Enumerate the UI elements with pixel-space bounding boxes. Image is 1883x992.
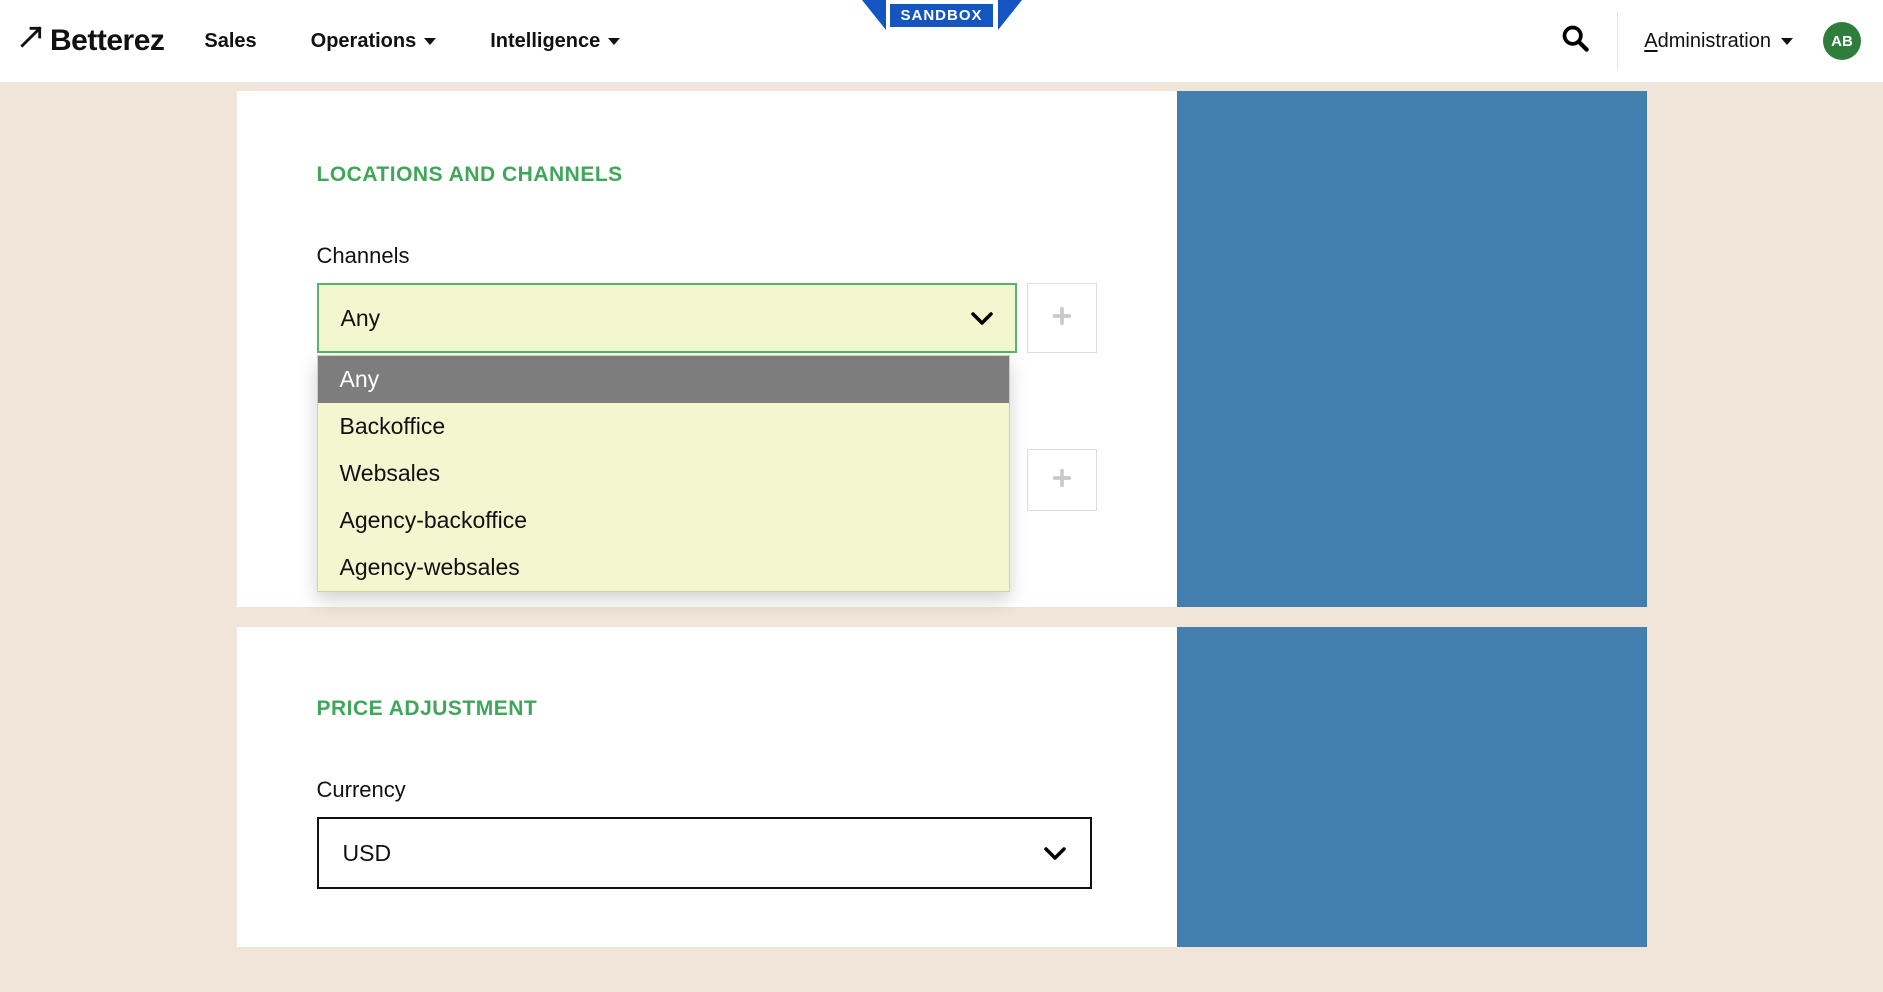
section-title-price: PRICE ADJUSTMENT: [317, 697, 1097, 721]
section-title-locations: LOCATIONS AND CHANNELS: [317, 163, 1097, 187]
chevron-down-icon: [608, 38, 620, 45]
search-button[interactable]: [1533, 24, 1617, 59]
search-icon: [1561, 27, 1589, 58]
channels-label: Channels: [317, 243, 1097, 269]
currency-select[interactable]: USD: [317, 817, 1092, 889]
nav-administration[interactable]: Administration: [1618, 30, 1819, 53]
card-side-panel: [1177, 91, 1647, 607]
nav-intelligence-label: Intelligence: [490, 30, 600, 53]
channels-option-agency-websales[interactable]: Agency-websales: [318, 544, 1009, 591]
channels-field: Channels Any Any: [317, 243, 1097, 353]
nav-operations[interactable]: Operations: [311, 30, 437, 53]
nav-sales[interactable]: Sales: [204, 30, 256, 53]
nav-sales-label: Sales: [204, 30, 256, 53]
plus-icon: [1051, 467, 1073, 494]
currency-label: Currency: [317, 777, 1097, 803]
price-adjustment-card: PRICE ADJUSTMENT Currency USD: [237, 627, 1647, 947]
brand-name: Betterez: [50, 24, 164, 58]
card-side-panel: [1177, 627, 1647, 947]
currency-select-value: USD: [343, 840, 392, 867]
channels-option-websales[interactable]: Websales: [318, 450, 1009, 497]
channels-option-backoffice[interactable]: Backoffice: [318, 403, 1009, 450]
topbar-right: Administration AB: [1533, 0, 1883, 82]
channels-dropdown: Any Backoffice Websales Agency-backoffic…: [317, 355, 1010, 592]
nav-intelligence[interactable]: Intelligence: [490, 30, 620, 53]
chevron-down-icon: [1781, 38, 1793, 45]
nav-administration-label: Administration: [1644, 30, 1771, 53]
chevron-down-icon: [971, 305, 993, 332]
plus-icon: [1051, 305, 1073, 332]
chevron-down-icon: [424, 38, 436, 45]
sandbox-badge: SANDBOX: [862, 0, 1022, 30]
sandbox-label: SANDBOX: [888, 2, 994, 29]
brand-arrow-icon: [18, 24, 44, 58]
currency-field: Currency USD: [317, 777, 1097, 889]
channels-select-value: Any: [341, 305, 381, 332]
brand-logo[interactable]: Betterez: [0, 24, 204, 58]
user-avatar[interactable]: AB: [1823, 22, 1861, 60]
nav-operations-label: Operations: [311, 30, 417, 53]
second-add-button[interactable]: [1027, 449, 1097, 511]
channels-add-button[interactable]: [1027, 283, 1097, 353]
channels-option-any[interactable]: Any: [318, 356, 1009, 403]
locations-channels-card: LOCATIONS AND CHANNELS Channels Any: [237, 91, 1647, 607]
primary-nav: Sales Operations Intelligence: [204, 30, 620, 53]
channels-select[interactable]: Any: [317, 283, 1017, 353]
top-navbar: Betterez Sales Operations Intelligence S…: [0, 0, 1883, 83]
page-body: LOCATIONS AND CHANNELS Channels Any: [237, 83, 1647, 947]
avatar-initials: AB: [1831, 33, 1853, 50]
chevron-down-icon: [1044, 840, 1066, 867]
channels-option-agency-backoffice[interactable]: Agency-backoffice: [318, 497, 1009, 544]
